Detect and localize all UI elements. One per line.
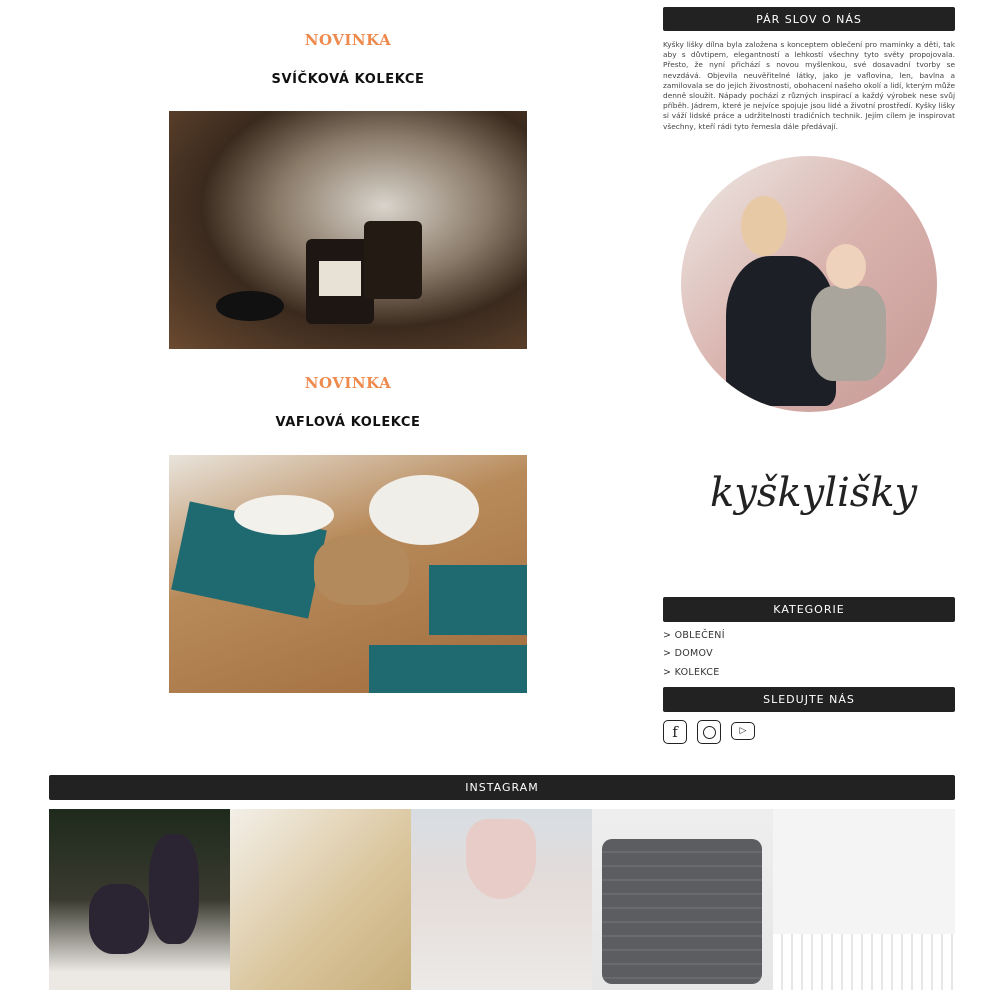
- post-image-waffle[interactable]: [169, 455, 527, 693]
- about-text: Kyšky lišky dílna byla založena s koncep…: [663, 40, 955, 131]
- facebook-icon[interactable]: f: [663, 720, 687, 744]
- instagram-header: INSTAGRAM: [49, 775, 955, 800]
- post-title[interactable]: SVÍČKOVÁ KOLEKCE: [168, 72, 528, 87]
- post-title[interactable]: VAFLOVÁ KOLEKCE: [168, 415, 528, 430]
- instagram-photo[interactable]: [773, 809, 955, 990]
- category-link[interactable]: > DOMOV: [663, 648, 713, 659]
- post-badge: NOVINKA: [304, 374, 392, 392]
- youtube-icon[interactable]: ▷: [731, 722, 755, 740]
- post-image-candles[interactable]: [169, 111, 527, 349]
- logo: kyškylišky: [710, 470, 918, 516]
- category-link[interactable]: > OBLEČENÍ: [663, 630, 725, 641]
- instagram-icon[interactable]: [697, 720, 721, 744]
- about-header: PÁR SLOV O NÁS: [663, 7, 955, 31]
- follow-header: SLEDUJTE NÁS: [663, 687, 955, 712]
- category-link[interactable]: > KOLEKCE: [663, 667, 720, 678]
- instagram-photo[interactable]: [411, 809, 592, 990]
- instagram-photo[interactable]: [230, 809, 411, 990]
- instagram-photo[interactable]: [592, 809, 773, 990]
- categories-header: KATEGORIE: [663, 597, 955, 622]
- instagram-photo[interactable]: [49, 809, 230, 990]
- about-photo: [681, 156, 937, 412]
- post-badge: NOVINKA: [304, 31, 392, 49]
